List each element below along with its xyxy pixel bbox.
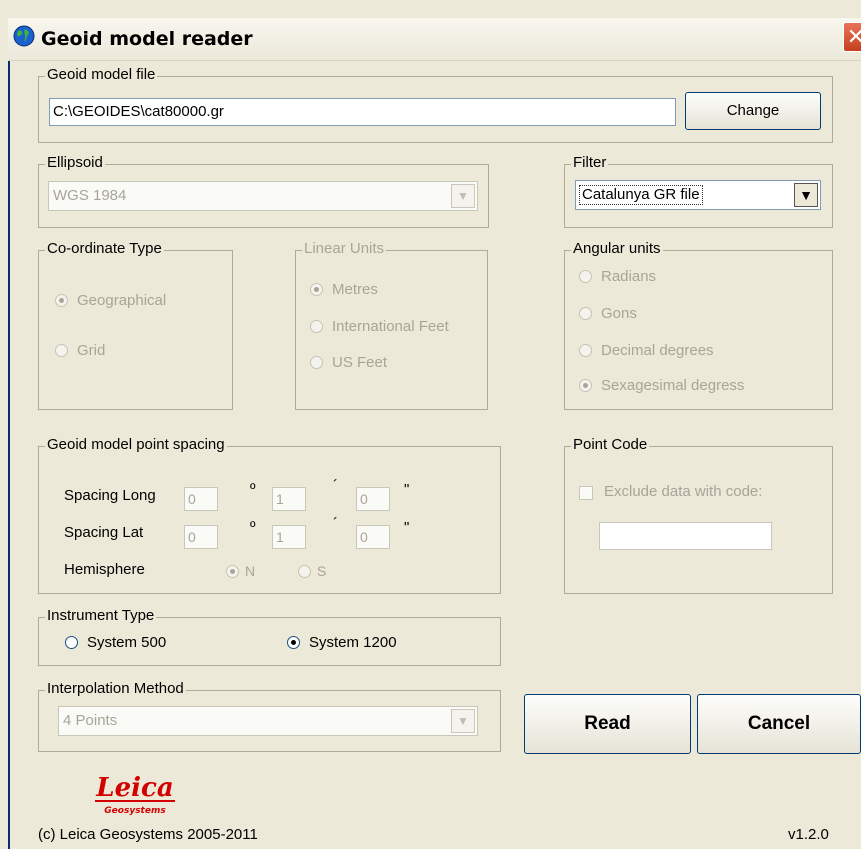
geoid-model-file-legend: Geoid model file <box>45 66 158 84</box>
linear-units-legend: Linear Units <box>302 240 387 258</box>
read-button[interactable]: Read <box>524 694 691 754</box>
radio-metres[interactable]: Metres <box>310 281 378 298</box>
radio-us-feet[interactable]: US Feet <box>310 354 387 371</box>
radio-dot <box>65 636 78 649</box>
radio-label: Decimal degrees <box>601 342 714 359</box>
globe-icon <box>13 25 35 47</box>
radio-label: Geographical <box>77 292 167 309</box>
radio-sexagesimal-degrees[interactable]: Sexagesimal degress <box>579 377 744 394</box>
radio-hemisphere-n[interactable]: N <box>226 563 255 579</box>
lat-minutes-input[interactable]: 1 <box>272 525 306 549</box>
logo-brand: Leica <box>95 773 173 803</box>
degree-symbol: º <box>250 481 256 498</box>
radio-label: International Feet <box>332 318 449 335</box>
radio-label: Radians <box>601 268 657 285</box>
spacing-long-label: Spacing Long <box>64 487 156 504</box>
model-file-path-input[interactable]: C:\GEOIDES\cat80000.gr <box>49 98 676 126</box>
radio-system-500[interactable]: System 500 <box>65 634 166 651</box>
interpolation-select[interactable]: 4 Points ▼ <box>58 706 478 736</box>
hemisphere-label: Hemisphere <box>64 561 145 578</box>
title-bar[interactable]: Geoid model reader ✕ <box>8 18 861 61</box>
radio-gons[interactable]: Gons <box>579 305 637 322</box>
radio-dot <box>310 356 323 369</box>
window-border <box>8 18 10 849</box>
filter-legend: Filter <box>571 154 609 172</box>
ellipsoid-legend: Ellipsoid <box>45 154 105 172</box>
filter-value: Catalunya GR file <box>579 185 703 205</box>
radio-label: Sexagesimal degress <box>601 377 745 394</box>
chevron-down-icon: ▼ <box>451 709 475 733</box>
angular-units-legend: Angular units <box>571 240 663 258</box>
degree-symbol: º <box>250 519 256 536</box>
version-text: v1.2.0 <box>788 826 829 843</box>
radio-label: System 500 <box>87 634 167 651</box>
second-symbol: " <box>404 481 410 498</box>
change-button[interactable]: Change <box>685 92 821 130</box>
minute-symbol: ´ <box>333 515 338 532</box>
chevron-down-icon: ▼ <box>451 184 475 208</box>
radio-geographical[interactable]: Geographical <box>55 292 166 309</box>
long-seconds-input[interactable]: 0 <box>356 487 390 511</box>
coordinate-type-group: Co-ordinate Type <box>38 240 233 410</box>
exclude-code-checkbox[interactable] <box>579 486 593 500</box>
point-spacing-legend: Geoid model point spacing <box>45 436 227 454</box>
radio-label: US Feet <box>332 354 388 371</box>
exclude-code-input[interactable] <box>599 522 772 550</box>
radio-dot <box>310 283 323 296</box>
lat-degrees-input[interactable]: 0 <box>184 525 218 549</box>
lat-seconds-input[interactable]: 0 <box>356 525 390 549</box>
chevron-down-icon: ▼ <box>794 183 818 207</box>
radio-dot <box>579 307 592 320</box>
leica-logo: Leica Geosystems <box>87 767 183 819</box>
instrument-type-legend: Instrument Type <box>45 607 157 625</box>
point-code-legend: Point Code <box>571 436 650 454</box>
dialog-window: Geoid model reader ✕ Geoid model file C:… <box>0 0 861 849</box>
ellipsoid-value: WGS 1984 <box>53 187 127 204</box>
radio-decimal-degrees[interactable]: Decimal degrees <box>579 342 714 359</box>
cancel-button[interactable]: Cancel <box>697 694 861 754</box>
coordinate-type-legend: Co-ordinate Type <box>45 240 164 258</box>
long-minutes-input[interactable]: 1 <box>272 487 306 511</box>
interpolation-legend: Interpolation Method <box>45 680 186 698</box>
second-symbol: " <box>404 519 410 536</box>
radio-dot <box>579 344 592 357</box>
radio-hemisphere-s[interactable]: S <box>298 563 326 579</box>
radio-dot <box>226 564 239 578</box>
radio-label: Metres <box>332 281 378 298</box>
window-title: Geoid model reader <box>41 28 253 50</box>
long-degrees-input[interactable]: 0 <box>184 487 218 511</box>
radio-label: Gons <box>601 305 637 322</box>
point-code-group: Point Code <box>564 436 833 594</box>
radio-system-1200[interactable]: System 1200 <box>287 634 397 651</box>
interpolation-value: 4 Points <box>63 712 118 729</box>
radio-dot <box>287 636 300 649</box>
ellipsoid-select[interactable]: WGS 1984 ▼ <box>48 181 478 211</box>
radio-label: System 1200 <box>309 634 397 651</box>
close-icon: ✕ <box>846 24 861 49</box>
copyright-text: (c) Leica Geosystems 2005-2011 <box>38 826 258 843</box>
radio-dot <box>298 564 311 578</box>
radio-dot <box>55 344 68 357</box>
radio-dot <box>310 320 323 333</box>
logo-sub: Geosystems <box>104 806 166 816</box>
minute-symbol: ´ <box>333 477 338 494</box>
radio-label: N <box>245 563 256 579</box>
exclude-code-label: Exclude data with code: <box>604 483 763 500</box>
radio-grid[interactable]: Grid <box>55 342 105 359</box>
spacing-lat-label: Spacing Lat <box>64 524 144 541</box>
radio-dot <box>579 379 592 392</box>
radio-label: S <box>317 563 327 579</box>
radio-international-feet[interactable]: International Feet <box>310 318 449 335</box>
radio-label: Grid <box>77 342 106 359</box>
radio-radians[interactable]: Radians <box>579 268 656 285</box>
radio-dot <box>579 270 592 283</box>
filter-select[interactable]: Catalunya GR file ▼ <box>575 180 821 210</box>
radio-dot <box>55 294 68 307</box>
close-button[interactable]: ✕ <box>843 22 861 52</box>
